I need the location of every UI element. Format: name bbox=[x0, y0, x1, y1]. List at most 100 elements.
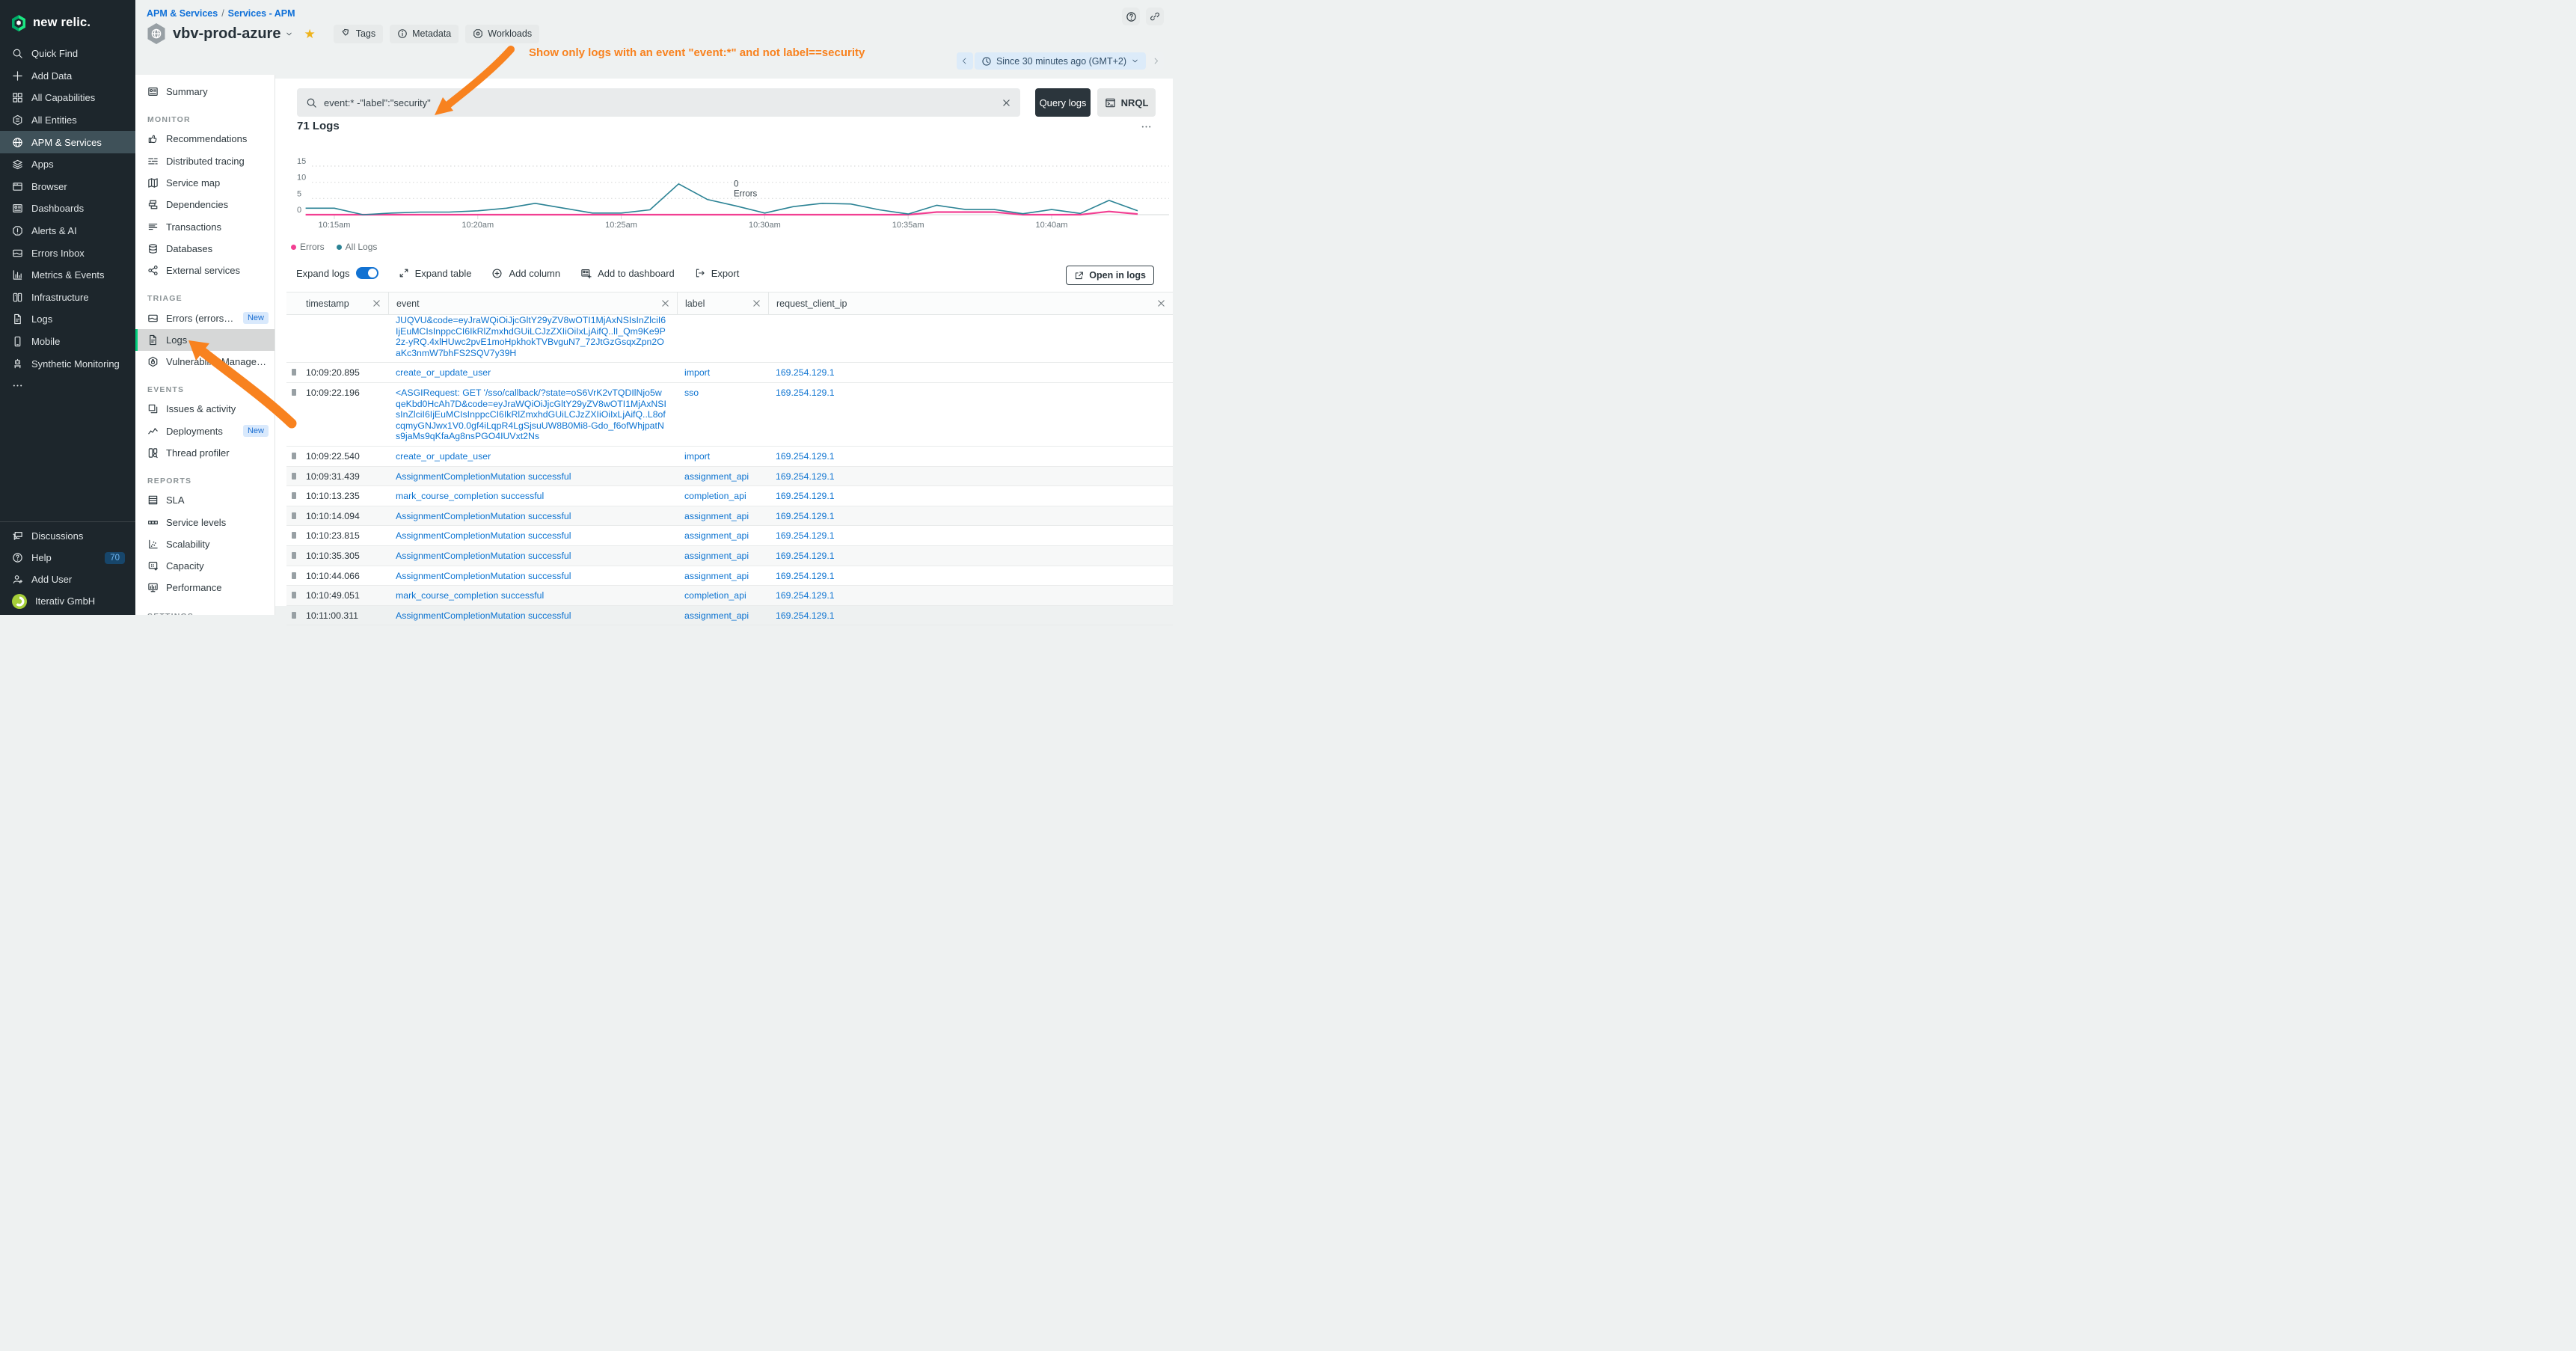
log-event-link[interactable]: AssignmentCompletionMutation successful bbox=[396, 530, 571, 541]
log-label-link[interactable]: sso bbox=[684, 387, 699, 398]
log-row-marker-icon[interactable] bbox=[292, 552, 296, 559]
log-row[interactable]: 10:10:13.235mark_course_completion succe… bbox=[286, 486, 1173, 506]
subnav-item-sla[interactable]: SLA bbox=[135, 489, 275, 511]
entity-chevron-down-icon[interactable] bbox=[285, 30, 293, 38]
log-row-marker-icon[interactable] bbox=[292, 572, 296, 579]
log-row-marker-icon[interactable] bbox=[292, 492, 296, 499]
log-ip-link[interactable]: 169.254.129.1 bbox=[776, 511, 835, 521]
subnav-item-distributed-tracing[interactable]: Distributed tracing bbox=[135, 150, 275, 172]
log-row[interactable]: JUQVU&code=eyJraWQiOiJjcGltY29yZV8wOTI1M… bbox=[286, 315, 1173, 363]
log-ip-link[interactable]: 169.254.129.1 bbox=[776, 610, 835, 621]
subnav-item-vulnerability-management[interactable]: Vulnerability Management bbox=[135, 351, 275, 373]
expand-table-control[interactable]: Expand table bbox=[399, 268, 472, 279]
new-relic-logo[interactable]: new relic. bbox=[0, 0, 135, 36]
export-control[interactable]: Export bbox=[695, 268, 740, 279]
time-back-button[interactable] bbox=[957, 52, 973, 70]
log-row-marker-icon[interactable] bbox=[292, 512, 296, 519]
subnav-item-errors-errors-inb-[interactable]: Errors (errors inb...New bbox=[135, 307, 275, 328]
sidebar-item-logs[interactable]: Logs bbox=[0, 308, 135, 331]
subnav-item-summary[interactable]: Summary bbox=[135, 81, 275, 102]
log-label-link[interactable]: assignment_api bbox=[684, 610, 749, 621]
column-header-event[interactable]: event bbox=[388, 292, 677, 314]
subnav-item-logs[interactable]: Logs bbox=[135, 329, 275, 351]
log-row[interactable]: 10:09:22.540create_or_update_userimport1… bbox=[286, 447, 1173, 467]
subnav-item-external-services[interactable]: External services bbox=[135, 260, 275, 281]
add-to-dashboard-control[interactable]: Add to dashboard bbox=[580, 268, 675, 279]
log-ip-link[interactable]: 169.254.129.1 bbox=[776, 590, 835, 601]
log-event-link[interactable]: mark_course_completion successful bbox=[396, 491, 544, 501]
open-in-logs-button[interactable]: Open in logs bbox=[1066, 266, 1154, 285]
log-label-link[interactable]: assignment_api bbox=[684, 471, 749, 482]
sidebar-item-quick-find[interactable]: Quick Find bbox=[0, 43, 135, 65]
log-label-link[interactable]: assignment_api bbox=[684, 511, 749, 521]
log-label-link[interactable]: import bbox=[684, 367, 710, 378]
log-row[interactable]: 10:10:35.305AssignmentCompletionMutation… bbox=[286, 546, 1173, 566]
sidebar-item-dashboards[interactable]: Dashboards bbox=[0, 197, 135, 220]
sidebar-item-errors-inbox[interactable]: Errors Inbox bbox=[0, 242, 135, 264]
log-row-marker-icon[interactable] bbox=[292, 473, 296, 480]
breadcrumb-link[interactable]: APM & Services bbox=[147, 8, 218, 19]
sidebar-item-help[interactable]: Help70 bbox=[0, 547, 135, 569]
subnav-item-deployments[interactable]: DeploymentsNew bbox=[135, 420, 275, 442]
entity-name[interactable]: vbv-prod-azure bbox=[173, 25, 280, 43]
log-event-link[interactable]: AssignmentCompletionMutation successful bbox=[396, 610, 571, 621]
log-ip-link[interactable]: 169.254.129.1 bbox=[776, 387, 835, 398]
subnav-item-service-map[interactable]: Service map bbox=[135, 172, 275, 194]
sidebar-item-all-entities[interactable]: All Entities bbox=[0, 109, 135, 132]
log-row-marker-icon[interactable] bbox=[292, 369, 296, 376]
log-row[interactable]: 10:09:22.196<ASGIRequest: GET '/sso/call… bbox=[286, 383, 1173, 447]
log-event-link[interactable]: AssignmentCompletionMutation successful bbox=[396, 511, 571, 521]
logs-search-bar[interactable] bbox=[297, 88, 1020, 117]
permalink-button[interactable] bbox=[1146, 7, 1164, 25]
log-event-link[interactable]: mark_course_completion successful bbox=[396, 590, 544, 601]
sidebar-item-alerts-ai[interactable]: Alerts & AI bbox=[0, 220, 135, 242]
tags-button[interactable]: Tags bbox=[334, 25, 383, 43]
expand-logs-control[interactable]: Expand logs bbox=[296, 267, 378, 279]
column-header-request_client_ip[interactable]: request_client_ip bbox=[768, 292, 1173, 314]
log-event-link[interactable]: AssignmentCompletionMutation successful bbox=[396, 571, 571, 581]
log-ip-link[interactable]: 169.254.129.1 bbox=[776, 491, 835, 501]
logs-search-input[interactable] bbox=[324, 97, 1002, 108]
log-label-link[interactable]: import bbox=[684, 451, 710, 462]
log-row-marker-icon[interactable] bbox=[292, 612, 296, 619]
log-label-link[interactable]: completion_api bbox=[684, 491, 746, 501]
clear-search-icon[interactable] bbox=[1002, 98, 1011, 108]
subnav-item-transactions[interactable]: Transactions bbox=[135, 215, 275, 237]
sidebar-item-apps[interactable]: Apps bbox=[0, 153, 135, 176]
sidebar-item-discussions[interactable]: Discussions bbox=[0, 525, 135, 547]
column-header-timestamp[interactable]: timestamp bbox=[301, 292, 388, 314]
log-event-link[interactable]: create_or_update_user bbox=[396, 367, 491, 378]
log-label-link[interactable]: assignment_api bbox=[684, 551, 749, 561]
time-range-selector[interactable]: Since 30 minutes ago (GMT+2) bbox=[975, 52, 1146, 70]
sidebar-item-add-data[interactable]: Add Data bbox=[0, 65, 135, 88]
log-row-marker-icon[interactable] bbox=[292, 592, 296, 598]
remove-column-icon[interactable] bbox=[660, 298, 670, 308]
favorite-star-icon[interactable]: ★ bbox=[304, 28, 315, 40]
metadata-button[interactable]: Metadata bbox=[390, 25, 459, 43]
log-row[interactable]: 10:10:49.051mark_course_completion succe… bbox=[286, 586, 1173, 606]
log-row[interactable]: 10:10:14.094AssignmentCompletionMutation… bbox=[286, 506, 1173, 527]
log-event-link[interactable]: AssignmentCompletionMutation successful bbox=[396, 471, 571, 482]
log-event-link[interactable]: AssignmentCompletionMutation successful bbox=[396, 551, 571, 561]
log-event-link[interactable]: JUQVU&code=eyJraWQiOiJjcGltY29yZV8wOTI1M… bbox=[396, 315, 666, 358]
log-ip-link[interactable]: 169.254.129.1 bbox=[776, 571, 835, 581]
subnav-item-service-levels[interactable]: Service levels bbox=[135, 511, 275, 533]
sidebar-item-synthetic-monitoring[interactable]: Synthetic Monitoring bbox=[0, 352, 135, 375]
log-ip-link[interactable]: 169.254.129.1 bbox=[776, 530, 835, 541]
remove-column-icon[interactable] bbox=[1156, 298, 1166, 308]
remove-column-icon[interactable] bbox=[752, 298, 761, 308]
log-row-marker-icon[interactable] bbox=[292, 532, 296, 539]
log-ip-link[interactable]: 169.254.129.1 bbox=[776, 471, 835, 482]
legend-item-errors[interactable]: Errors bbox=[291, 242, 325, 252]
expand-logs-toggle[interactable] bbox=[356, 267, 378, 279]
sidebar-item-iterativ-gmbh[interactable]: Iterativ GmbH bbox=[0, 590, 135, 612]
log-row[interactable]: 10:09:31.439AssignmentCompletionMutation… bbox=[286, 467, 1173, 487]
log-row-marker-icon[interactable] bbox=[292, 453, 296, 459]
sidebar-item-more[interactable] bbox=[0, 375, 135, 397]
sidebar-item-mobile[interactable]: Mobile bbox=[0, 331, 135, 353]
log-row[interactable]: 10:09:20.895create_or_update_userimport1… bbox=[286, 363, 1173, 383]
subnav-item-databases[interactable]: Databases bbox=[135, 238, 275, 260]
subnav-item-capacity[interactable]: Capacity bbox=[135, 555, 275, 577]
subnav-item-scalability[interactable]: Scalability bbox=[135, 533, 275, 555]
workloads-button[interactable]: Workloads bbox=[465, 25, 539, 43]
